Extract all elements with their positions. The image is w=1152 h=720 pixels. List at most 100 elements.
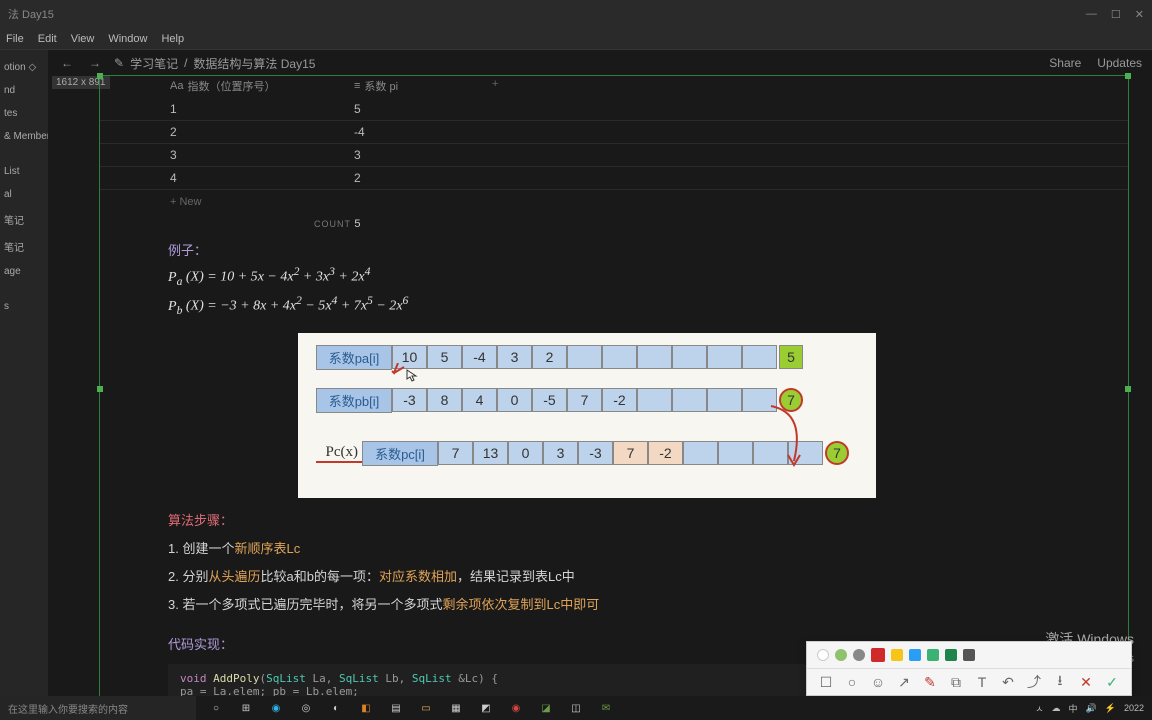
minimize-button[interactable]: — — [1086, 8, 1097, 21]
close-button[interactable]: ✕ — [1135, 8, 1144, 21]
export-icon[interactable]: ⤴ — [1027, 675, 1041, 689]
sidebar-item[interactable]: al — [0, 183, 48, 206]
share-button[interactable]: Share — [1049, 56, 1081, 70]
sidebar-item[interactable]: tes — [0, 102, 48, 125]
sidebar-item[interactable]: & Members — [0, 125, 48, 148]
sidebar-item[interactable]: nd — [0, 79, 48, 102]
table-row[interactable]: 2-4 — [100, 121, 1128, 144]
breadcrumb-1[interactable]: 学习笔记 — [130, 55, 178, 72]
pencil-icon: ✎ — [114, 56, 124, 70]
breadcrumb-bar: ← → ✎ 学习笔记 / 数据结构与算法 Day15 Share Updates — [48, 50, 1152, 76]
nav-forward-icon[interactable]: → — [86, 56, 104, 70]
app-icon[interactable]: ◫ — [562, 698, 590, 718]
step-2: 2. 分别从头遍历比较a和b的每一项：对应系数相加，结果记录到表Lc中 — [168, 566, 1128, 588]
column-type-icon: Aa — [170, 80, 183, 92]
color-swatch[interactable] — [891, 649, 903, 661]
pcx-label: Pc(x) — [316, 444, 362, 463]
maximize-button[interactable]: ☐ — [1111, 8, 1121, 21]
pc-length: 7 — [825, 441, 849, 465]
tray-icon[interactable]: 🔊 — [1086, 703, 1097, 714]
color-swatch[interactable] — [835, 649, 847, 661]
tray-icon[interactable]: ㅅ — [1035, 702, 1043, 715]
circle-tool-icon[interactable]: ○ — [845, 675, 859, 689]
column-type-icon: ≡ — [354, 80, 360, 92]
sidebar-header[interactable]: otion ◇ — [0, 56, 48, 79]
tray-icon[interactable]: 中 — [1069, 702, 1078, 715]
column-2-name[interactable]: 系数 pi — [364, 78, 398, 94]
menu-edit[interactable]: Edit — [38, 33, 57, 45]
system-tray[interactable]: ㅅ ☁ 中 🔊 ⚡ 2022 — [1027, 702, 1152, 715]
sidebar-item[interactable]: 笔记 — [0, 233, 48, 260]
table-row[interactable]: 15 — [100, 98, 1128, 121]
app-icon[interactable]: ◪ — [532, 698, 560, 718]
titlebar: 法 Day15 — ☐ ✕ — [0, 0, 1152, 28]
crop-tool-icon[interactable]: ⧉ — [949, 675, 963, 689]
pa-length: 5 — [779, 345, 803, 369]
color-swatch[interactable] — [927, 649, 939, 661]
text-tool-icon[interactable]: T — [975, 675, 989, 689]
count-row: COUNT 5 — [100, 214, 1128, 240]
annotation-toolbar[interactable]: ☐ ○ ☺ ↗ ✎ ⧉ T ↶ ⤴ ⭳ ✕ ✓ — [806, 641, 1132, 696]
menu-view[interactable]: View — [71, 33, 95, 45]
explorer-icon[interactable]: ▭ — [412, 698, 440, 718]
chrome-icon[interactable]: ◎ — [292, 698, 320, 718]
column-1-name[interactable]: 指数（位置序号） — [187, 78, 275, 94]
color-swatch[interactable] — [817, 649, 829, 661]
color-swatch[interactable] — [945, 649, 957, 661]
emoji-tool-icon[interactable]: ☺ — [871, 675, 885, 689]
sidebar-item[interactable]: s — [0, 295, 48, 318]
breadcrumb-sep: / — [184, 56, 187, 70]
taskview-icon[interactable]: ⊞ — [232, 698, 260, 718]
add-column-button[interactable]: + — [492, 78, 498, 94]
menu-help[interactable]: Help — [161, 33, 184, 45]
window-title: 法 Day15 — [8, 6, 54, 22]
sidebar-item[interactable]: age — [0, 260, 48, 283]
tray-icon[interactable]: ☁ — [1052, 703, 1061, 714]
table-row[interactable]: 33 — [100, 144, 1128, 167]
sidebar-item[interactable] — [0, 283, 48, 295]
app-icon[interactable]: ◩ — [472, 698, 500, 718]
sidebar-item[interactable]: List — [0, 160, 48, 183]
arrow-tool-icon[interactable]: ↗ — [897, 675, 911, 689]
updates-button[interactable]: Updates — [1097, 56, 1142, 70]
search-input[interactable]: 在这里输入你要搜索的内容 — [0, 696, 196, 720]
menu-file[interactable]: File — [6, 33, 24, 45]
app-icon[interactable]: ▦ — [442, 698, 470, 718]
wechat-icon[interactable]: ✉ — [592, 698, 620, 718]
app-icon[interactable]: ◉ — [502, 698, 530, 718]
color-swatch[interactable] — [909, 649, 921, 661]
menu-window[interactable]: Window — [108, 33, 147, 45]
clock[interactable]: 2022 — [1124, 703, 1144, 713]
rectangle-tool-icon[interactable]: ☐ — [819, 675, 833, 689]
undo-icon[interactable]: ↶ — [1001, 675, 1015, 689]
color-swatch[interactable] — [871, 648, 885, 662]
download-icon[interactable]: ⭳ — [1053, 675, 1067, 689]
app-icon[interactable]: ◉ — [262, 698, 290, 718]
confirm-icon[interactable]: ✓ — [1105, 675, 1119, 689]
color-swatch[interactable] — [963, 649, 975, 661]
page-content: Aa 指数（位置序号） ≡ 系数 pi + 15 2-4 33 42 + New… — [100, 76, 1128, 696]
pen-tool-icon[interactable]: ✎ — [923, 675, 937, 689]
diagram-box: 系数pa[i] 10 5 -4 3 2 5 系数pb[i] -3 8 4 0 -… — [298, 333, 876, 498]
cortana-icon[interactable]: ○ — [202, 698, 230, 718]
red-arrow-icon — [766, 401, 816, 477]
sidebar-item[interactable]: 笔记 — [0, 206, 48, 233]
tray-icon[interactable]: ⚡ — [1105, 703, 1116, 714]
nav-back-icon[interactable]: ← — [58, 56, 76, 70]
steam-icon[interactable]: ◐ — [322, 698, 350, 718]
new-row-button[interactable]: + New — [100, 190, 1128, 214]
taskbar: 在这里输入你要搜索的内容 ○ ⊞ ◉ ◎ ◐ ◧ ▤ ▭ ▦ ◩ ◉ ◪ ◫ ✉… — [0, 696, 1152, 720]
formula-pb: Pb (X) = −3 + 8x + 4x2 − 5x4 + 7x5 − 2x6 — [168, 291, 1128, 320]
example-label: 例子： — [168, 240, 1128, 262]
app-icon[interactable]: ◧ — [352, 698, 380, 718]
sidebar: otion ◇ nd tes & Members List al 笔记 笔记 a… — [0, 50, 48, 696]
table-row[interactable]: 42 — [100, 167, 1128, 190]
breadcrumb-2[interactable]: 数据结构与算法 Day15 — [193, 55, 315, 72]
menubar: File Edit View Window Help — [0, 28, 1152, 50]
cancel-icon[interactable]: ✕ — [1079, 675, 1093, 689]
sidebar-item[interactable] — [0, 148, 48, 160]
formula-pa: Pa (X) = 10 + 5x − 4x2 + 3x3 + 2x4 — [168, 262, 1128, 291]
steps-label: 算法步骤： — [168, 510, 1128, 532]
color-swatch[interactable] — [853, 649, 865, 661]
app-icon[interactable]: ▤ — [382, 698, 410, 718]
